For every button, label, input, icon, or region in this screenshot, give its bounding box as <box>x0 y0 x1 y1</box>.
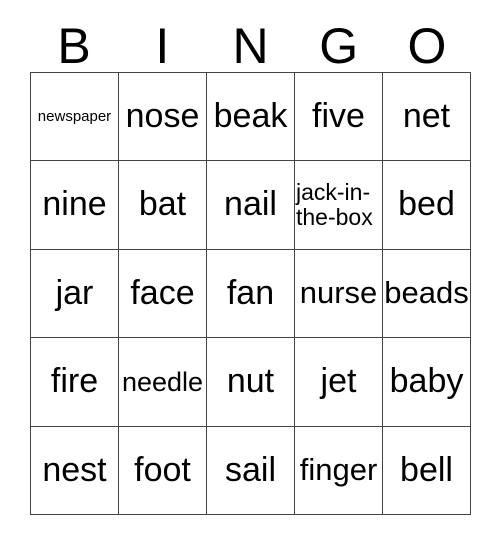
bingo-cell[interactable]: beak <box>207 73 295 162</box>
bingo-cell[interactable]: foot <box>119 426 207 516</box>
bingo-cell-label: five <box>312 97 365 136</box>
bingo-header-letter-n: N <box>232 18 269 74</box>
bingo-row: fire needle nut jet baby <box>31 338 471 427</box>
bingo-cell-label: fire <box>50 362 99 401</box>
bingo-cell-label: beads <box>384 275 469 311</box>
bingo-cell[interactable]: net <box>383 73 471 162</box>
bingo-cell-label: sail <box>224 450 277 489</box>
bingo-header-letter-g: G <box>319 18 359 74</box>
bingo-cell[interactable]: jar <box>31 249 119 339</box>
bingo-row: nine bat nail jack-in-the-box bed <box>31 161 471 250</box>
bingo-cell[interactable]: nose <box>119 73 207 162</box>
bingo-row: nest foot sail finger bell <box>31 426 471 516</box>
bingo-cell[interactable]: fire <box>31 338 119 427</box>
bingo-cell[interactable]: bed <box>383 161 471 250</box>
bingo-header-row: B I N G O <box>30 16 471 72</box>
bingo-cell-label: face <box>130 273 195 312</box>
bingo-cell-label: beak <box>213 97 288 136</box>
bingo-cell-label: newspaper <box>37 107 112 125</box>
bingo-cell-label: finger <box>299 452 378 488</box>
bingo-row: newspaper nose beak five net <box>31 73 471 162</box>
bingo-cell-label: jet <box>320 362 357 401</box>
bingo-cell[interactable]: jack-in-the-box <box>295 161 383 250</box>
bingo-header-letter-o: O <box>407 18 447 74</box>
bingo-cell-label: bell <box>400 450 453 489</box>
bingo-cell[interactable]: fan <box>207 249 295 339</box>
bingo-card: B I N G O newspaper nose beak five net n… <box>0 0 500 544</box>
bingo-cell-label: nose <box>125 97 200 136</box>
bingo-cell-label: nest <box>42 450 107 489</box>
bingo-cell[interactable]: nine <box>31 161 119 250</box>
bingo-cell-label: bed <box>398 185 455 224</box>
bingo-cell-label: nut <box>226 362 275 401</box>
bingo-cell[interactable]: newspaper <box>31 73 119 162</box>
bingo-cell[interactable]: five <box>295 73 383 162</box>
bingo-cell-label: net <box>402 97 451 136</box>
bingo-cell-label: jack-in-the-box <box>296 179 373 231</box>
bingo-cell-label: bat <box>138 185 187 224</box>
bingo-row: jar face fan nurse beads <box>31 249 471 339</box>
bingo-cell[interactable]: finger <box>295 426 383 516</box>
bingo-cell-label: nail <box>224 185 277 224</box>
bingo-cell[interactable]: beads <box>383 249 471 339</box>
bingo-cell[interactable]: baby <box>383 338 471 427</box>
bingo-cell[interactable]: nail <box>207 161 295 250</box>
bingo-cell-label: nine <box>42 185 107 224</box>
bingo-cell[interactable]: nest <box>31 426 119 516</box>
bingo-cell[interactable]: nurse <box>295 249 383 339</box>
bingo-cell-label: baby <box>389 362 464 401</box>
bingo-cell-label: foot <box>134 450 191 489</box>
bingo-cell-label: jar <box>55 273 94 312</box>
bingo-cell-label: fan <box>226 273 275 312</box>
bingo-header-letter-b: B <box>57 18 91 74</box>
bingo-grid: newspaper nose beak five net nine bat na… <box>30 72 471 516</box>
bingo-cell-label: nurse <box>299 275 378 311</box>
bingo-cell[interactable]: nut <box>207 338 295 427</box>
bingo-cell[interactable]: jet <box>295 338 383 427</box>
bingo-cell[interactable]: face <box>119 249 207 339</box>
bingo-cell-label: needle <box>121 366 204 397</box>
bingo-cell[interactable]: bat <box>119 161 207 250</box>
bingo-cell[interactable]: needle <box>119 338 207 427</box>
bingo-cell[interactable]: sail <box>207 426 295 516</box>
bingo-cell[interactable]: bell <box>383 426 471 516</box>
bingo-header-letter-i: I <box>155 18 170 74</box>
